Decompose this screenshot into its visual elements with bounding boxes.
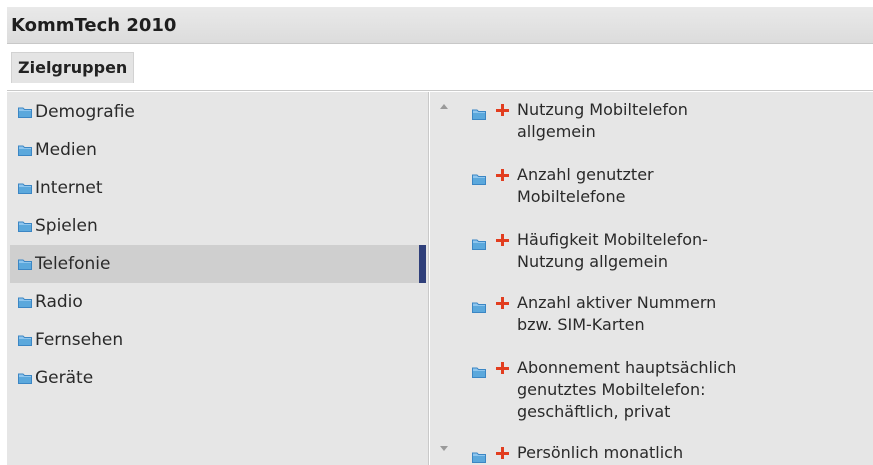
expand-plus-icon[interactable] <box>496 233 509 246</box>
category-item-demografie[interactable]: Demografie <box>10 93 426 131</box>
expand-plus-icon[interactable] <box>496 296 509 309</box>
subcategory-label: Anzahl aktiver Nummern bzw. SIM-Karten <box>517 292 867 336</box>
folder-icon <box>472 452 486 463</box>
folder-icon <box>472 174 486 185</box>
app-window: KommTech 2010 Zielgruppen Demografie Med… <box>0 0 873 465</box>
subcategory-item[interactable]: Persönlich monatlich <box>472 442 872 465</box>
folder-icon <box>472 239 486 250</box>
folder-icon <box>18 221 32 232</box>
category-item-medien[interactable]: Medien <box>10 131 426 169</box>
category-item-fernsehen[interactable]: Fernsehen <box>10 321 426 359</box>
subcategory-label-line: allgemein <box>517 122 596 141</box>
category-label: Demografie <box>35 102 135 122</box>
expand-plus-icon[interactable] <box>496 446 509 459</box>
subcategory-label-line: genutztes Mobiltelefon: <box>517 380 706 399</box>
folder-icon <box>472 367 486 378</box>
folder-icon <box>18 373 32 384</box>
expand-plus-icon[interactable] <box>496 168 509 181</box>
subcategory-label: Abonnement hauptsächlich genutztes Mobil… <box>517 357 867 423</box>
folder-icon <box>18 259 32 270</box>
subcategory-label-line: Anzahl aktiver Nummern <box>517 293 717 312</box>
tab-divider <box>7 90 873 91</box>
subcategory-label-line: Anzahl genutzter <box>517 165 654 184</box>
selection-marker <box>419 245 426 283</box>
subcategory-item[interactable]: Häufigkeit Mobiltelefon- Nutzung allgeme… <box>472 229 872 287</box>
tab-zielgruppen[interactable]: Zielgruppen <box>11 52 135 83</box>
scrollbar[interactable] <box>438 98 452 465</box>
folder-icon <box>18 183 32 194</box>
subcategory-label: Persönlich monatlich <box>517 442 867 464</box>
subcategory-label: Häufigkeit Mobiltelefon- Nutzung allgeme… <box>517 229 867 273</box>
subcategory-item[interactable]: Anzahl aktiver Nummern bzw. SIM-Karten <box>472 292 872 350</box>
expand-plus-icon[interactable] <box>496 361 509 374</box>
expand-plus-icon[interactable] <box>496 103 509 116</box>
category-item-spielen[interactable]: Spielen <box>10 207 426 245</box>
category-label: Geräte <box>35 368 94 388</box>
subcategory-label: Anzahl genutzter Mobiltelefone <box>517 164 867 208</box>
category-item-radio[interactable]: Radio <box>10 283 426 321</box>
folder-icon <box>472 302 486 313</box>
category-label: Medien <box>35 140 97 160</box>
scroll-up-arrow-icon[interactable] <box>440 104 448 109</box>
folder-icon <box>18 335 32 346</box>
title-bar: KommTech 2010 <box>7 7 873 44</box>
subcategory-label-line: Nutzung allgemein <box>517 252 669 271</box>
subcategory-item[interactable]: Abonnement hauptsächlich genutztes Mobil… <box>472 357 872 429</box>
subcategory-label-line: Nutzung Mobiltelefon <box>517 100 688 119</box>
subcategory-label-line: geschäftlich, privat <box>517 402 671 421</box>
subcategory-label-line: Abonnement hauptsächlich <box>517 358 737 377</box>
app-title: KommTech 2010 <box>11 15 177 36</box>
subcategory-label: Nutzung Mobiltelefon allgemein <box>517 99 867 143</box>
category-label: Spielen <box>35 216 98 236</box>
category-label: Radio <box>35 292 83 312</box>
folder-icon <box>18 297 32 308</box>
category-list: Demografie Medien Internet Spielen Telef… <box>7 92 429 465</box>
folder-icon <box>18 145 32 156</box>
folder-icon <box>472 109 486 120</box>
subcategory-item[interactable]: Nutzung Mobiltelefon allgemein <box>472 99 872 157</box>
subcategory-list: Nutzung Mobiltelefon allgemein Anzahl ge… <box>430 92 873 465</box>
category-label: Telefonie <box>35 254 111 274</box>
category-item-internet[interactable]: Internet <box>10 169 426 207</box>
category-label: Fernsehen <box>35 330 124 350</box>
subcategory-label-line: Persönlich monatlich <box>517 443 684 462</box>
category-item-geraete[interactable]: Geräte <box>10 359 426 397</box>
folder-icon <box>18 107 32 118</box>
subcategory-item[interactable]: Anzahl genutzter Mobiltelefone <box>472 164 872 222</box>
category-item-telefonie[interactable]: Telefonie <box>10 245 426 283</box>
tab-strip: Zielgruppen <box>7 44 873 91</box>
subcategory-label-line: Häufigkeit Mobiltelefon- <box>517 230 708 249</box>
subcategory-label-line: Mobiltelefone <box>517 187 626 206</box>
scroll-down-arrow-icon[interactable] <box>440 446 448 451</box>
category-label: Internet <box>35 178 103 198</box>
subcategory-label-line: bzw. SIM-Karten <box>517 315 645 334</box>
